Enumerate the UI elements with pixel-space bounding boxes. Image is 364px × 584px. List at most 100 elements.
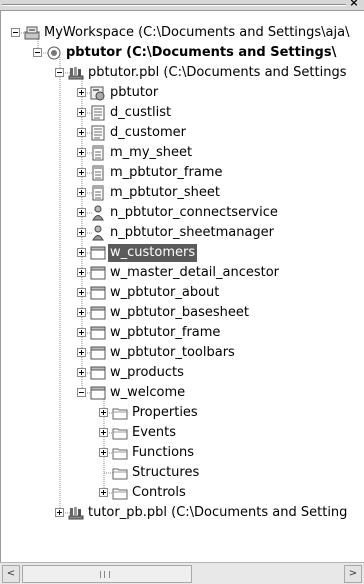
window-icon (90, 345, 106, 361)
folder-icon (112, 465, 128, 481)
window-icon (90, 365, 106, 381)
tree-node[interactable]: m_pbtutor_sheet (1, 183, 364, 203)
library-icon (68, 65, 84, 81)
menu-icon (90, 185, 106, 201)
tree-node-label[interactable]: Structures (130, 464, 201, 482)
tree-node[interactable]: m_pbtutor_frame (1, 163, 364, 183)
tree-node-label[interactable]: w_welcome (108, 384, 187, 402)
scroll-thumb[interactable] (22, 565, 192, 583)
tree-node-label[interactable]: pbtutor (108, 84, 160, 102)
tree-node-label[interactable]: w_products (108, 364, 186, 382)
tree-node[interactable]: Properties (1, 403, 364, 423)
tree-node-label[interactable]: n_pbtutor_connectservice (108, 204, 280, 222)
tree-node[interactable]: n_pbtutor_sheetmanager (1, 223, 364, 243)
expand-toggle-icon[interactable] (99, 448, 108, 457)
tree-node[interactable]: Structures (1, 463, 364, 483)
tree-node[interactable]: w_pbtutor_basesheet (1, 303, 364, 323)
expand-toggle-icon[interactable] (77, 168, 86, 177)
window-icon (90, 325, 106, 341)
tree-node[interactable]: w_pbtutor_toolbars (1, 343, 364, 363)
tree-node-label[interactable]: m_pbtutor_sheet (108, 184, 222, 202)
window-icon (90, 305, 106, 321)
application-icon (90, 85, 106, 101)
tree-node-label[interactable]: w_pbtutor_frame (108, 324, 222, 342)
window-icon (90, 265, 106, 281)
tree-node-label[interactable]: Properties (130, 404, 200, 422)
scroll-left-button[interactable]: < (2, 565, 20, 583)
expand-toggle-icon[interactable] (77, 88, 86, 97)
window-icon (90, 285, 106, 301)
tree-node-label[interactable]: tutor_pb.pbl (C:\Documents and Setting (86, 504, 349, 522)
tree-node-label[interactable]: d_custlist (108, 104, 173, 122)
expand-toggle-icon[interactable] (99, 488, 108, 497)
folder-icon (112, 405, 128, 421)
expand-toggle-icon[interactable] (77, 328, 86, 337)
scroll-right-button[interactable]: > (344, 565, 362, 583)
tree-node-label[interactable]: n_pbtutor_sheetmanager (108, 224, 276, 242)
tree-node-label[interactable]: MyWorkspace (C:\Documents and Settings\a… (42, 24, 351, 42)
collapse-toggle-icon[interactable] (33, 48, 42, 57)
tree-node[interactable]: MyWorkspace (C:\Documents and Settings\a… (1, 23, 364, 43)
expand-toggle-icon[interactable] (77, 268, 86, 277)
expand-toggle-icon[interactable] (99, 408, 108, 417)
tree-node-label[interactable]: Functions (130, 444, 196, 462)
expand-toggle-icon[interactable] (55, 508, 64, 517)
datawindow-icon (90, 105, 106, 121)
workspace-tree[interactable]: MyWorkspace (C:\Documents and Settings\a… (0, 10, 364, 562)
expand-toggle-icon[interactable] (77, 368, 86, 377)
collapse-toggle-icon[interactable] (55, 68, 64, 77)
datawindow-icon (90, 125, 106, 141)
userobject-icon (90, 225, 106, 241)
tree-node[interactable]: m_my_sheet (1, 143, 364, 163)
tree-node[interactable]: tutor_pb.pbl (C:\Documents and Setting (1, 503, 364, 523)
tree-node[interactable]: Functions (1, 443, 364, 463)
expand-toggle-icon[interactable] (99, 428, 108, 437)
expand-toggle-icon[interactable] (77, 128, 86, 137)
expand-toggle-icon[interactable] (77, 348, 86, 357)
tree-node[interactable]: n_pbtutor_connectservice (1, 203, 364, 223)
tree-node-label[interactable]: Controls (130, 484, 188, 502)
expand-toggle-icon[interactable] (77, 108, 86, 117)
tree-node[interactable]: w_products (1, 363, 364, 383)
collapse-toggle-icon[interactable] (11, 28, 20, 37)
tree-node-label[interactable]: w_pbtutor_basesheet (108, 304, 251, 322)
tree-node-label[interactable]: m_my_sheet (108, 144, 194, 162)
tree-node[interactable]: w_pbtutor_about (1, 283, 364, 303)
tree-node[interactable]: w_customers (1, 243, 364, 263)
expand-toggle-icon[interactable] (77, 248, 86, 257)
tree-node[interactable]: Controls (1, 483, 364, 503)
tree-node-label[interactable]: w_pbtutor_toolbars (108, 344, 237, 362)
tree-node[interactable]: w_welcome (1, 383, 364, 403)
userobject-icon (90, 205, 106, 221)
tree-node[interactable]: pbtutor.pbl (C:\Documents and Settings (1, 63, 364, 83)
tree-node[interactable]: d_customer (1, 123, 364, 143)
tree-node-label[interactable]: Events (130, 424, 178, 442)
tree-node[interactable]: w_master_detail_ancestor (1, 263, 364, 283)
folder-icon (112, 445, 128, 461)
tree-node-label[interactable]: w_customers (108, 244, 198, 262)
tree-node-label[interactable]: m_pbtutor_frame (108, 164, 224, 182)
target-icon (46, 45, 62, 61)
tree-node[interactable]: w_pbtutor_frame (1, 323, 364, 343)
expand-toggle-icon[interactable] (77, 208, 86, 217)
tree-node[interactable]: Events (1, 423, 364, 443)
expand-toggle-icon[interactable] (77, 188, 86, 197)
tree-node-label[interactable]: pbtutor (C:\Documents and Settings\ (64, 44, 338, 62)
expand-toggle-icon[interactable] (77, 308, 86, 317)
expand-toggle-icon[interactable] (77, 288, 86, 297)
scroll-grip-icon (100, 571, 110, 578)
tree-node[interactable]: pbtutor (1, 83, 364, 103)
tree-node[interactable]: pbtutor (C:\Documents and Settings\ (1, 43, 364, 63)
expand-toggle-icon[interactable] (77, 148, 86, 157)
tree-node-label[interactable]: w_pbtutor_about (108, 284, 221, 302)
tree-node-label[interactable]: d_customer (108, 124, 188, 142)
tree-node-label[interactable]: pbtutor.pbl (C:\Documents and Settings (86, 64, 349, 82)
close-button[interactable]: × (347, 0, 361, 10)
horizontal-scrollbar[interactable]: < > (0, 562, 364, 584)
tree-node[interactable]: d_custlist (1, 103, 364, 123)
expand-toggle-icon[interactable] (77, 228, 86, 237)
collapse-toggle-icon[interactable] (77, 388, 86, 397)
menu-icon (90, 145, 106, 161)
panel-header: × (0, 0, 364, 10)
tree-node-label[interactable]: w_master_detail_ancestor (108, 264, 281, 282)
